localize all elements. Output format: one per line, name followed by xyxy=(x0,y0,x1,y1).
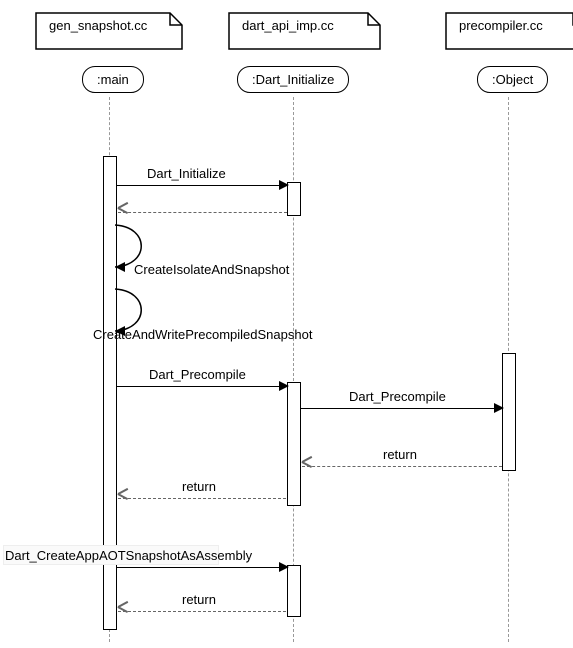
lifeline-header-p1: :main xyxy=(82,66,144,93)
msg-label-m7: return xyxy=(383,447,417,462)
activation-p2-precompile xyxy=(287,382,301,506)
arrowhead xyxy=(118,493,128,503)
file-name: gen_snapshot.cc xyxy=(49,18,147,33)
lifeline-label: :Dart_Initialize xyxy=(252,72,334,87)
msg-label-m1: Dart_Initialize xyxy=(147,166,226,181)
msg-arrow-m2 xyxy=(118,212,287,213)
msg-arrow-m8 xyxy=(118,498,286,499)
lifeline-header-p3: :Object xyxy=(477,66,548,93)
file-header-p1: gen_snapshot.cc xyxy=(35,12,183,50)
arrowhead xyxy=(302,461,312,471)
file-header-p2: dart_api_imp.cc xyxy=(228,12,381,50)
msg-label-m10: return xyxy=(182,592,216,607)
msg-arrow-m7 xyxy=(302,466,502,467)
arrowhead xyxy=(118,606,128,616)
activation-p3 xyxy=(502,353,516,471)
msg-label-m9: Dart_CreateAppAOTSnapshotAsAssembly xyxy=(5,548,252,563)
msg-label-m6: Dart_Precompile xyxy=(349,389,446,404)
msg-label-m4: CreateAndWritePrecompiledSnapshot xyxy=(93,327,312,342)
msg-arrow-m1 xyxy=(116,185,279,186)
file-name: precompiler.cc xyxy=(459,18,543,33)
lifeline-label: :main xyxy=(97,72,129,87)
arrowhead xyxy=(118,207,128,217)
file-name: dart_api_imp.cc xyxy=(242,18,334,33)
arrowhead xyxy=(279,381,289,391)
sequence-diagram: gen_snapshot.cc dart_api_imp.cc precompi… xyxy=(0,0,573,648)
activation-p2-init xyxy=(287,182,301,216)
msg-label-m3: CreateIsolateAndSnapshot xyxy=(134,262,289,277)
arrowhead xyxy=(279,180,289,190)
arrowhead xyxy=(279,562,289,572)
msg-arrow-m10 xyxy=(118,611,286,612)
file-header-p3: precompiler.cc xyxy=(445,12,573,50)
lifeline-header-p2: :Dart_Initialize xyxy=(237,66,349,93)
lifeline-p2 xyxy=(293,97,294,642)
msg-label-m8: return xyxy=(182,479,216,494)
arrowhead xyxy=(494,403,504,413)
msg-arrow-m9 xyxy=(116,567,279,568)
msg-arrow-m6 xyxy=(300,408,494,409)
activation-p2-aot xyxy=(287,565,301,617)
msg-label-m5: Dart_Precompile xyxy=(149,367,246,382)
msg-arrow-m5 xyxy=(116,386,279,387)
lifeline-label: :Object xyxy=(492,72,533,87)
